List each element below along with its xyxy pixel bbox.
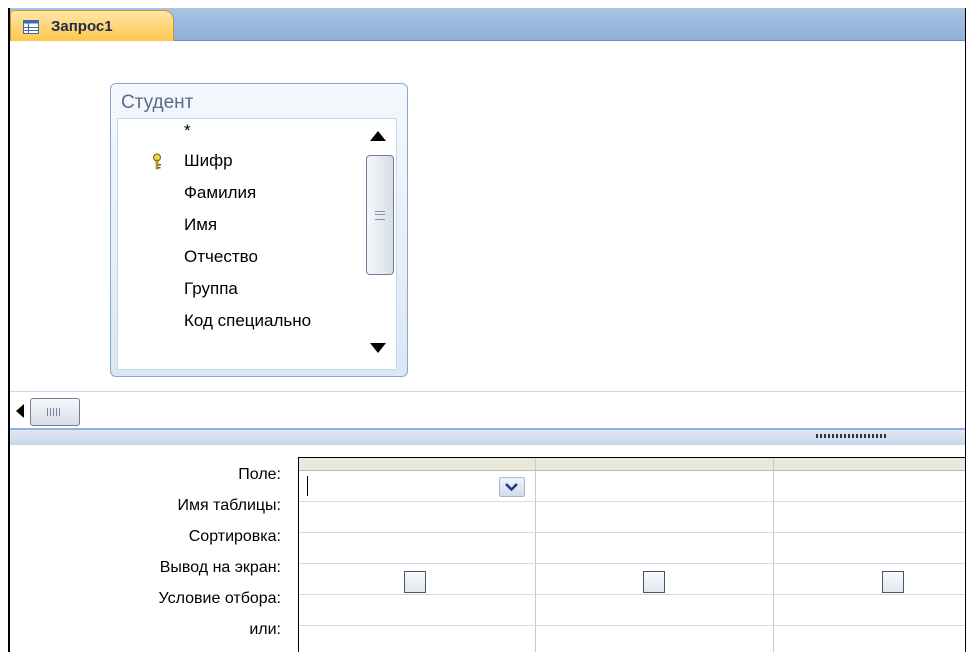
row-divider: [299, 625, 965, 626]
field-gruppa[interactable]: Группа: [184, 279, 238, 299]
field-familiya[interactable]: Фамилия: [184, 183, 256, 203]
show-checkbox-col3[interactable]: [882, 571, 904, 593]
field-list-scrollbar[interactable]: [364, 121, 394, 353]
grid-column-selectors[interactable]: [299, 458, 965, 471]
scroll-grip-icon: [375, 211, 385, 220]
tab-label: Запрос1: [51, 17, 113, 35]
row-label-criteria: Условие отбора:: [158, 590, 281, 607]
query-icon: [23, 19, 39, 34]
row-label-show: Вывод на экран:: [159, 559, 281, 576]
row-divider: [299, 563, 965, 564]
table-design-area[interactable]: Студент * Шифр Фамилия Имя Отчество Груп…: [10, 41, 965, 391]
table-title: Студент: [121, 92, 194, 113]
field-dropdown-button[interactable]: [499, 477, 525, 497]
row-label-or: или:: [249, 621, 281, 638]
scroll-thumb[interactable]: [366, 155, 394, 275]
scroll-grip-icon: [47, 408, 61, 416]
scroll-down-arrow-icon[interactable]: [370, 343, 386, 353]
column-divider: [535, 458, 536, 652]
horizontal-scroll-thumb[interactable]: [30, 398, 80, 426]
field-otchestvo[interactable]: Отчество: [184, 247, 258, 267]
row-divider: [299, 532, 965, 533]
splitter-grip-icon: [816, 434, 888, 438]
field-shifr[interactable]: Шифр: [184, 151, 233, 171]
scroll-up-arrow-icon[interactable]: [370, 131, 386, 141]
query-grid-pane: Поле: Имя таблицы: Сортировка: Вывод на …: [10, 445, 965, 652]
horizontal-scrollbar[interactable]: [10, 391, 965, 428]
show-checkbox-col1[interactable]: [404, 571, 426, 593]
query-design-window: Запрос1 Студент * Шифр Фамилия Имя Отчес…: [8, 8, 966, 652]
row-divider: [299, 594, 965, 595]
field-all[interactable]: *: [184, 121, 191, 141]
query-design-grid[interactable]: [298, 457, 965, 652]
key-icon: [153, 153, 161, 170]
document-background-text: [0, 0, 969, 8]
tab-query1[interactable]: Запрос1: [10, 10, 174, 41]
table-field-list-student[interactable]: Студент * Шифр Фамилия Имя Отчество Груп…: [110, 83, 408, 377]
show-checkbox-col2[interactable]: [643, 571, 665, 593]
column-divider: [773, 458, 774, 652]
dropdown-chevron-icon: [505, 483, 518, 492]
document-tab-strip: Запрос1: [10, 8, 965, 41]
field-imya[interactable]: Имя: [184, 215, 217, 235]
row-divider: [299, 501, 965, 502]
row-label-table-name: Имя таблицы:: [177, 497, 281, 514]
row-label-field: Поле:: [238, 466, 281, 483]
scroll-left-arrow-icon[interactable]: [16, 404, 24, 418]
row-label-sort: Сортировка:: [188, 528, 281, 545]
field-kod-specialnosti[interactable]: Код специально: [184, 311, 311, 331]
field-list[interactable]: * Шифр Фамилия Имя Отчество Группа Код с…: [117, 118, 397, 370]
field-input-cursor[interactable]: [307, 476, 308, 496]
